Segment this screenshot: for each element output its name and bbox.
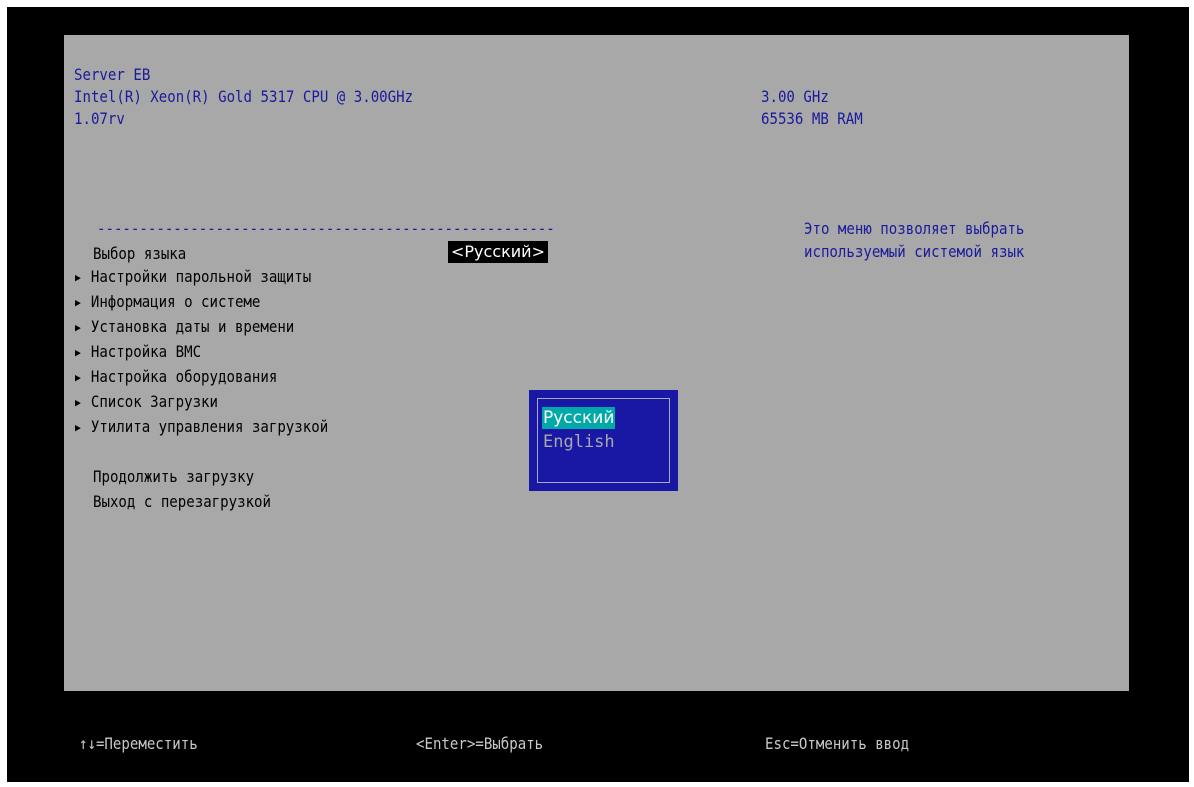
menu-item-label: Установка даты и времени [90,317,295,336]
submenu-arrow-icon: ▶ [75,271,81,284]
menu-item-label: Настройки парольной защиты [90,267,312,286]
submenu-arrow-icon: ▶ [75,396,81,409]
continue-boot[interactable]: Продолжить загрузку [93,464,254,489]
menu-item-password[interactable]: ▶ Настройки парольной защиты [75,264,311,290]
submenu-arrow-icon: ▶ [75,371,81,384]
submenu-arrow-icon: ▶ [75,321,81,334]
footer-hint-select: <Enter>=Выбрать [416,734,544,753]
setup-panel: Server EB Intel(R) Xeon(R) Gold 5317 CPU… [64,35,1129,691]
language-popup: Русский English [529,390,678,491]
menu-item-bmc[interactable]: ▶ Настройка BMC [75,339,201,365]
footer-hint-cancel: Esc=Отменить ввод [765,734,910,753]
menu-item-system-info[interactable]: ▶ Информация о системе [75,289,260,315]
help-text-line2: используемый системой язык [804,242,1025,261]
menu-item-label: Настройка BMC [90,342,202,361]
bios-version: 1.07rv [74,109,125,128]
menu-item-boot-manager[interactable]: ▶ Утилита управления загрузкой [75,414,328,440]
menu-separator: ----------------------------------------… [97,219,555,238]
submenu-arrow-icon: ▶ [75,296,81,309]
language-current-value[interactable]: <Русский> [448,241,548,263]
exit-reboot[interactable]: Выход с перезагрузкой [93,489,271,514]
menu-item-hardware[interactable]: ▶ Настройка оборудования [75,364,277,390]
submenu-arrow-icon: ▶ [75,421,81,434]
menu-item-label: Настройка оборудования [90,367,278,386]
language-label[interactable]: Выбор языка [93,241,186,266]
ram-size: 65536 MB RAM [761,109,863,128]
help-text-line1: Это меню позволяет выбрать [804,219,1025,238]
option-english[interactable]: English [542,431,616,453]
menu-item-date-time[interactable]: ▶ Установка даты и времени [75,314,294,340]
submenu-arrow-icon: ▶ [75,346,81,359]
footer-hint-move: ↑↓=Переместить [79,734,198,753]
option-russian[interactable]: Русский [542,407,616,429]
menu-item-label: Информация о системе [90,292,261,311]
bios-screen: Server EB Intel(R) Xeon(R) Gold 5317 CPU… [7,7,1189,782]
menu-item-boot-list[interactable]: ▶ Список Загрузки [75,389,218,415]
menu-item-label: Утилита управления загрузкой [90,417,329,436]
menu-item-label: Список Загрузки [90,392,218,411]
